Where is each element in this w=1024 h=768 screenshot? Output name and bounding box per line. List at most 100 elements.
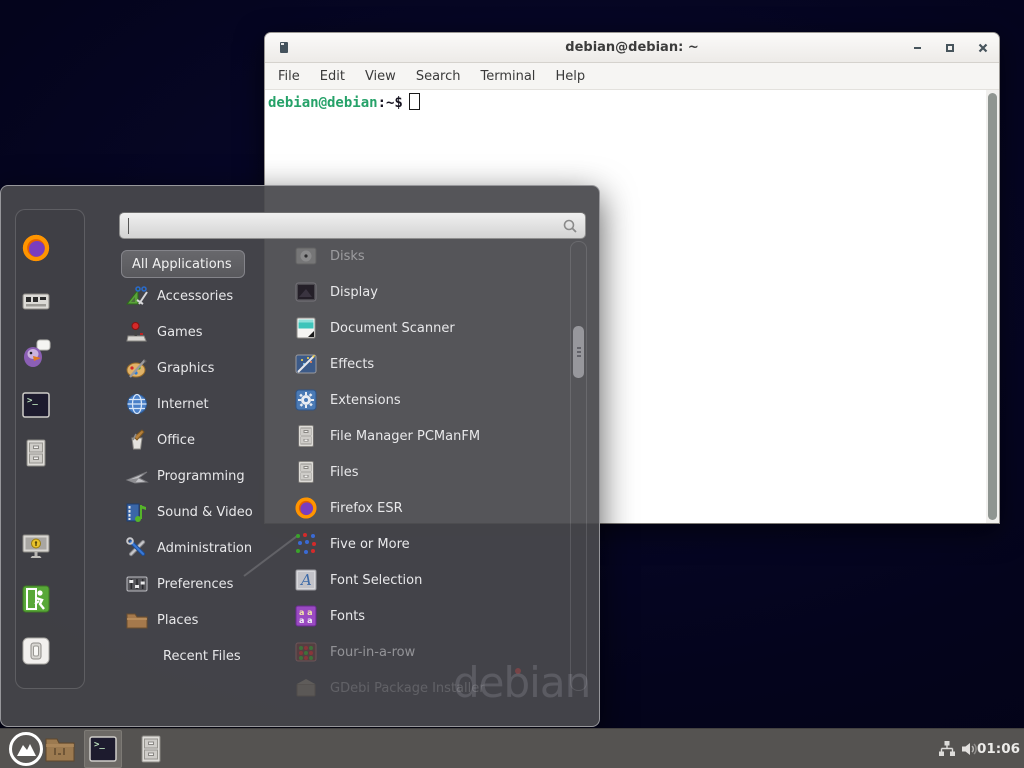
category-sound-video[interactable]: Sound & Video [119, 494, 279, 530]
preferences-icon [125, 572, 149, 596]
taskbar-clock[interactable]: 01:06 [977, 741, 1020, 757]
folder-icon [45, 736, 75, 762]
app-five-or-more[interactable]: Five or More [286, 526, 566, 562]
menu-view[interactable]: View [364, 67, 397, 86]
text-caret [128, 218, 129, 234]
control-panel-icon [21, 286, 51, 316]
prompt-user-host: debian@debian [268, 95, 378, 111]
graphics-icon [125, 356, 149, 380]
menu-file[interactable]: File [277, 67, 301, 86]
close-button[interactable] [976, 41, 990, 55]
start-menu-button[interactable] [6, 730, 46, 768]
app-extensions[interactable]: Extensions [286, 382, 566, 418]
start-menu-icon [8, 731, 44, 767]
app-document-scanner[interactable]: Document Scanner [286, 310, 566, 346]
category-administration[interactable]: Administration [119, 530, 279, 566]
terminal-scrollbar-thumb[interactable] [988, 93, 997, 520]
category-places[interactable]: Places [119, 602, 279, 638]
places-folder-icon [125, 608, 149, 632]
svg-text:>_: >_ [94, 740, 105, 750]
app-firefox-esr[interactable]: Firefox ESR [286, 490, 566, 526]
gdebi-icon [294, 676, 318, 700]
app-files[interactable]: Files [286, 454, 566, 490]
extensions-icon [294, 388, 318, 412]
fonts-icon: a a a a [294, 604, 318, 628]
category-programming[interactable]: Programming [119, 458, 279, 494]
menu-search[interactable]: Search [415, 67, 462, 86]
app-four-in-a-row[interactable]: Four-in-a-row [286, 634, 566, 670]
favorite-settings-button[interactable] [21, 286, 51, 316]
logout-icon [21, 584, 51, 614]
taskbar-file-manager-button[interactable] [42, 730, 78, 768]
app-display[interactable]: Display [286, 274, 566, 310]
terminal-icon: >_ [88, 734, 118, 764]
lock-screen-button[interactable] [21, 531, 51, 561]
maximize-icon [946, 44, 954, 52]
category-games[interactable]: Games [119, 314, 279, 350]
favorite-files-button[interactable] [21, 438, 51, 468]
lock-screen-icon [21, 531, 51, 561]
taskbar-files-button[interactable] [133, 730, 169, 768]
office-icon [125, 428, 149, 452]
category-office[interactable]: Office [119, 422, 279, 458]
network-icon [938, 740, 956, 758]
category-recent-files[interactable]: Recent Files [119, 638, 279, 674]
maximize-button[interactable] [943, 41, 957, 55]
administration-icon [125, 536, 149, 560]
accessories-icon [125, 284, 149, 308]
terminal-menubar: File Edit View Search Terminal Help [265, 63, 999, 90]
four-in-a-row-icon [294, 640, 318, 664]
terminal-scrollbar[interactable] [986, 90, 999, 523]
document-scanner-icon [294, 316, 318, 340]
category-accessories[interactable]: Accessories [119, 278, 279, 314]
terminal-cursor [409, 93, 420, 110]
minimize-button[interactable] [910, 41, 924, 55]
display-icon [294, 280, 318, 304]
network-status-button[interactable] [936, 730, 958, 768]
menu-terminal[interactable]: Terminal [479, 67, 536, 86]
menu-help[interactable]: Help [554, 67, 586, 86]
category-preferences[interactable]: Preferences [119, 566, 279, 602]
terminal-titlebar[interactable]: debian@debian: ~ [265, 33, 999, 63]
app-file-manager-pcmanfm[interactable]: File Manager PCManFM [286, 418, 566, 454]
taskbar: >_ [0, 728, 1024, 768]
svg-text:A: A [299, 571, 312, 589]
volume-icon [960, 740, 979, 758]
app-disks[interactable]: Disks [286, 238, 566, 274]
category-graphics[interactable]: Graphics [119, 350, 279, 386]
applications-menu: debian [0, 185, 600, 727]
app-fonts[interactable]: a a a a Fonts [286, 598, 566, 634]
file-cabinet-icon [21, 438, 51, 468]
app-effects[interactable]: Effects [286, 346, 566, 382]
svg-text:a a: a a [299, 616, 313, 625]
shutdown-button[interactable] [21, 636, 51, 666]
minimize-icon [914, 47, 921, 50]
sound-video-icon [125, 500, 149, 524]
favorite-firefox-button[interactable] [21, 233, 51, 263]
terminal-title: debian@debian: ~ [265, 40, 999, 55]
favorite-pidgin-button[interactable] [21, 338, 51, 368]
firefox-icon [21, 233, 51, 263]
shutdown-icon [21, 636, 51, 666]
internet-icon [125, 392, 149, 416]
search-icon [562, 218, 578, 234]
file-cabinet-icon [294, 460, 318, 484]
taskbar-terminal-window-button[interactable]: >_ [84, 730, 122, 768]
font-selection-icon: A [294, 568, 318, 592]
app-list-scrollbar-track[interactable] [570, 241, 587, 691]
favorite-terminal-button[interactable]: >_ [21, 390, 51, 420]
category-all-applications[interactable]: All Applications [121, 250, 245, 278]
desktop: debian@debian: ~ File Edit View Search T… [0, 0, 1024, 768]
search-input[interactable] [120, 213, 585, 238]
app-gdebi-package-installer[interactable]: GDebi Package Installer [286, 670, 566, 706]
five-or-more-icon [294, 532, 318, 556]
app-list-scrollbar-thumb[interactable] [573, 326, 584, 378]
category-internet[interactable]: Internet [119, 386, 279, 422]
logout-button[interactable] [21, 584, 51, 614]
firefox-icon [294, 496, 318, 520]
shell-prompt: debian@debian:~$ [268, 93, 420, 111]
search-box [119, 212, 586, 239]
disks-icon [294, 244, 318, 268]
menu-edit[interactable]: Edit [319, 67, 346, 86]
app-font-selection[interactable]: A Font Selection [286, 562, 566, 598]
